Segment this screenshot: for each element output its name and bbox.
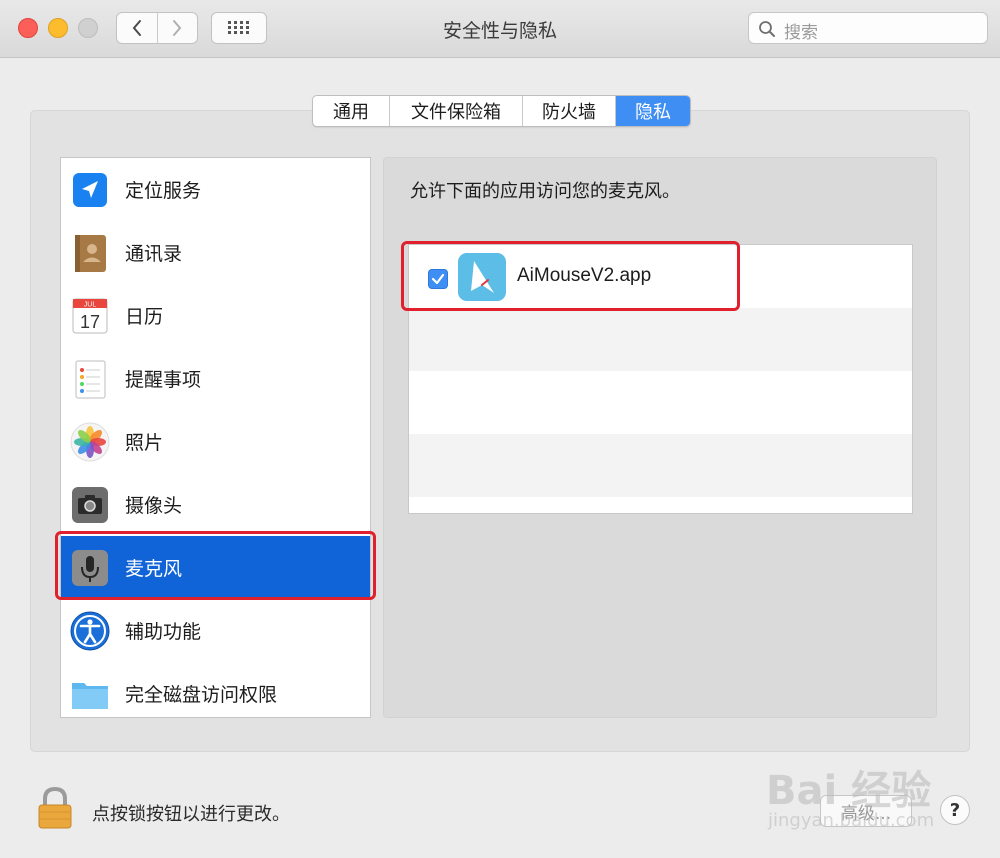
location-arrow-icon bbox=[73, 173, 107, 207]
sidebar-item-label: 照片 bbox=[125, 432, 164, 454]
tab-privacy[interactable]: 隐私 bbox=[615, 96, 690, 126]
accessibility-icon bbox=[70, 611, 110, 651]
lock-hint-text: 点按锁按钮以进行更改。 bbox=[92, 804, 290, 825]
sidebar-item-reminders[interactable]: 提醒事项 bbox=[61, 347, 370, 410]
search-icon bbox=[759, 21, 775, 37]
privacy-category-list: 定位服务 通讯录 JUL 17 日历 提醒事项 照片 摄像头 麦克风 辅助功能 … bbox=[60, 157, 371, 718]
microphone-icon bbox=[72, 550, 108, 586]
app-name: AiMouseV2.app bbox=[517, 265, 652, 286]
list-row-empty bbox=[409, 434, 912, 497]
sidebar-item-contacts[interactable]: 通讯录 bbox=[61, 221, 370, 284]
aimouse-app-icon bbox=[458, 253, 506, 301]
app-row-aimouse[interactable]: AiMouseV2.app bbox=[409, 245, 912, 308]
sidebar-item-location-services[interactable]: 定位服务 bbox=[61, 158, 370, 221]
list-row-empty bbox=[409, 308, 912, 371]
reminders-icon bbox=[75, 360, 106, 399]
folder-icon bbox=[72, 683, 108, 709]
sidebar-item-label: 麦克风 bbox=[125, 558, 183, 580]
camera-icon bbox=[72, 487, 108, 523]
help-button[interactable]: ? bbox=[940, 795, 970, 825]
tab-general[interactable]: 通用 bbox=[313, 96, 389, 126]
lock-icon[interactable] bbox=[36, 786, 74, 830]
sidebar-item-photos[interactable]: 照片 bbox=[61, 410, 370, 473]
calendar-icon: JUL 17 bbox=[72, 298, 108, 334]
tab-bar: 通用 文件保险箱 防火墙 隐私 bbox=[312, 95, 691, 127]
title-bar: 安全性与隐私 搜索 bbox=[0, 0, 1000, 58]
sidebar-item-label: 完全磁盘访问权限 bbox=[125, 684, 278, 706]
sidebar-item-camera[interactable]: 摄像头 bbox=[61, 473, 370, 536]
sidebar-item-label: 提醒事项 bbox=[125, 369, 202, 391]
app-permission-checkbox[interactable] bbox=[428, 269, 448, 289]
search-field[interactable]: 搜索 bbox=[748, 12, 988, 44]
sidebar-item-label: 定位服务 bbox=[125, 180, 202, 202]
sidebar-item-label: 日历 bbox=[125, 306, 164, 328]
sidebar-item-label: 摄像头 bbox=[125, 495, 183, 517]
tab-filevault[interactable]: 文件保险箱 bbox=[389, 96, 522, 126]
sidebar-item-full-disk-access[interactable]: 完全磁盘访问权限 bbox=[61, 662, 370, 717]
search-placeholder: 搜索 bbox=[784, 23, 818, 43]
sidebar-item-calendar[interactable]: JUL 17 日历 bbox=[61, 284, 370, 347]
contacts-book-icon bbox=[75, 235, 106, 272]
tab-firewall[interactable]: 防火墙 bbox=[522, 96, 615, 126]
list-row-empty bbox=[409, 497, 912, 513]
list-row-empty bbox=[409, 371, 912, 434]
svg-text:JUL: JUL bbox=[84, 302, 97, 309]
sidebar-item-accessibility[interactable]: 辅助功能 bbox=[61, 599, 370, 662]
permission-description: 允许下面的应用访问您的麦克风。 bbox=[410, 181, 680, 202]
sidebar-item-label: 通讯录 bbox=[125, 243, 183, 265]
advanced-button[interactable]: 高级... bbox=[820, 795, 912, 827]
sidebar-item-microphone[interactable]: 麦克风 bbox=[61, 536, 370, 599]
app-permission-list: AiMouseV2.app bbox=[408, 244, 913, 514]
svg-text:17: 17 bbox=[80, 312, 100, 332]
checkmark-icon bbox=[431, 273, 445, 285]
sidebar-item-label: 辅助功能 bbox=[125, 621, 202, 643]
photos-icon bbox=[70, 422, 110, 462]
